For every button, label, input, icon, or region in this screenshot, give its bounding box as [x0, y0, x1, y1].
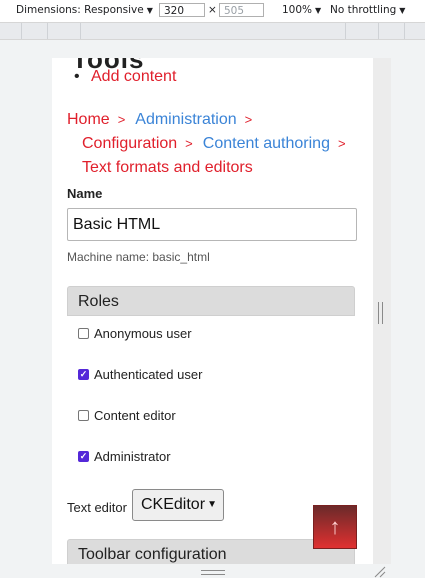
arrow-up-icon: ↑ — [329, 514, 341, 539]
chevron-right-icon: > — [117, 112, 126, 127]
zoom-label: 100% — [282, 4, 313, 16]
roles-heading: Roles — [67, 286, 355, 316]
breadcrumb-home[interactable]: Home — [67, 111, 110, 128]
chevron-right-icon: > — [185, 136, 193, 151]
role-content-editor-checkbox[interactable]: Content editor — [78, 408, 176, 423]
chevron-right-icon: > — [337, 136, 346, 151]
actions-list: Add content — [74, 68, 176, 86]
breadcrumb-text-formats[interactable]: Text formats and editors — [82, 159, 253, 176]
machine-name: Machine name: basic_html — [67, 250, 210, 264]
breadcrumb: Home > Administration > Configuration > Conte… — [67, 108, 367, 180]
name-label: Name — [67, 186, 103, 201]
chevron-right-icon: > — [244, 112, 253, 127]
height-input[interactable]: 505 — [219, 3, 264, 17]
dropdown-icon: ▼ — [399, 6, 406, 15]
width-resize-handle[interactable] — [378, 302, 384, 324]
role-administrator-checkbox[interactable]: Administrator — [78, 449, 171, 464]
corner-resize-icon[interactable] — [374, 566, 386, 578]
dimensions-dropdown[interactable]: Dimensions: Responsive ▼ — [16, 4, 153, 16]
breadcrumb-configuration[interactable]: Configuration — [82, 135, 177, 152]
media-query-ruler — [0, 23, 425, 40]
breadcrumb-content-authoring[interactable]: Content authoring — [203, 135, 330, 152]
checkbox-icon[interactable] — [78, 410, 89, 421]
width-input[interactable]: 320 — [159, 3, 205, 17]
dropdown-icon: ▼ — [146, 6, 153, 15]
name-input[interactable]: Basic HTML — [67, 208, 357, 241]
height-resize-handle[interactable] — [201, 570, 225, 576]
dimensions-label: Dimensions: Responsive — [16, 4, 144, 16]
dropdown-icon: ▼ — [315, 6, 322, 15]
add-content-link[interactable]: Add content — [74, 68, 176, 86]
role-authenticated-checkbox[interactable]: Authenticated user — [78, 367, 202, 382]
checkbox-checked-icon[interactable] — [78, 369, 89, 380]
breadcrumb-administration[interactable]: Administration — [135, 111, 236, 128]
role-anonymous-checkbox[interactable]: Anonymous user — [78, 326, 192, 341]
text-editor-label: Text editor — [67, 500, 127, 515]
toolbar-configuration-heading: Toolbar configuration — [67, 539, 355, 564]
checkbox-icon[interactable] — [78, 328, 89, 339]
checkbox-checked-icon[interactable] — [78, 451, 89, 462]
scroll-to-top-button[interactable]: ↑ — [313, 505, 357, 549]
devtools-toolbar: Dimensions: Responsive ▼ 320 × 505 100% ▼ … — [0, 0, 425, 23]
page-viewport[interactable]: Tools Add content Home>Administration> C… — [52, 58, 373, 564]
throttling-label: No throttling — [330, 4, 397, 16]
text-editor-select[interactable]: CKEditor ▼ — [132, 489, 224, 521]
zoom-dropdown[interactable]: 100% ▼ — [282, 4, 321, 16]
throttling-dropdown[interactable]: No throttling ▼ — [330, 4, 405, 16]
times-sign: × — [208, 4, 217, 16]
chevron-down-icon: ▼ — [207, 499, 217, 510]
